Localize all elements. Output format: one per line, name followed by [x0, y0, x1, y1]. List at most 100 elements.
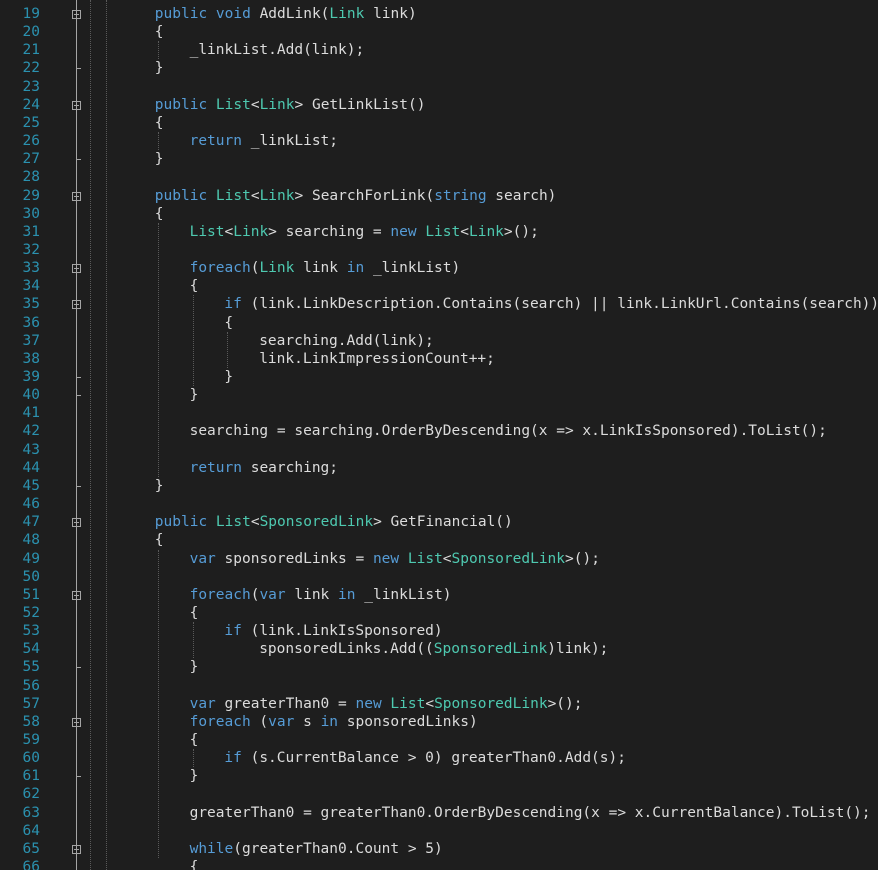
code-editor[interactable]: 19 public void AddLink(Link link) 20{21 _li… — [0, 0, 878, 870]
fold-region-line — [76, 0, 77, 870]
text-token: s — [294, 713, 321, 730]
line-number: 64 — [22, 822, 40, 839]
line-number: 59 — [22, 732, 40, 748]
code-line[interactable]: 66 { — [0, 858, 878, 870]
code-line[interactable]: 50 — [0, 568, 878, 586]
code-text: foreach (var s in sponsoredLinks) — [190, 713, 478, 731]
code-line[interactable]: 37 searching.Add(link); — [0, 332, 878, 350]
line-number: 38 — [22, 350, 40, 367]
text-token: AddLink( — [250, 6, 330, 22]
keyword-token: public — [154, 6, 208, 22]
code-line[interactable]: 27} — [0, 150, 878, 168]
text-token: > SearchForLink( — [294, 187, 435, 204]
text-token: > GetLinkList() — [294, 96, 426, 113]
text-token: sponsoredLinks) — [338, 713, 478, 730]
code-line[interactable]: 40} — [0, 386, 878, 404]
code-line[interactable]: 24 public List<Link> GetLinkList() — [0, 96, 878, 114]
code-line[interactable]: 60 if (s.CurrentBalance > 0) greaterThan0… — [0, 749, 878, 767]
code-line[interactable]: 55} — [0, 658, 878, 676]
code-line[interactable]: 19 public void AddLink(Link link) — [0, 5, 878, 23]
code-line[interactable]: 26 return _linkList; — [0, 132, 878, 150]
keyword-token: void — [215, 6, 251, 22]
code-line[interactable]: 43 — [0, 441, 878, 459]
code-line[interactable]: 21 _linkList.Add(link); — [0, 41, 878, 59]
keyword-token: var — [189, 695, 216, 712]
code-line[interactable]: 57 var greaterThan0 = new List<SponsoredL… — [0, 695, 878, 713]
code-line[interactable]: 52 { — [0, 604, 878, 622]
code-text: if (link.LinkDescription.Contains(search… — [224, 295, 878, 313]
line-number: 54 — [22, 641, 40, 658]
line-number: 39 — [22, 369, 40, 385]
text-token: _linkList.Add(link); — [189, 42, 365, 59]
code-line[interactable]: 56 — [0, 677, 878, 695]
code-line[interactable]: 41 — [0, 404, 878, 422]
code-line[interactable]: 46 — [0, 495, 878, 513]
code-line[interactable]: 25 { — [0, 114, 878, 132]
code-line[interactable]: 20 { — [0, 23, 878, 41]
text-token: { — [189, 859, 199, 870]
code-line[interactable]: 29 public List<Link> SearchForLink(string… — [0, 187, 878, 205]
line-number: 63 — [22, 804, 40, 821]
text-token: >(); — [565, 550, 600, 567]
code-line[interactable]: 35 if (link.LinkDescription.Contains(sear… — [0, 295, 878, 313]
code-line[interactable]: 34 { — [0, 277, 878, 295]
code-line[interactable]: 28 — [0, 168, 878, 186]
code-text: link.LinkImpressionCount++; — [259, 350, 495, 368]
code-line[interactable]: 39} — [0, 368, 878, 386]
code-line[interactable]: 65 while(greaterThan0.Count > 5) — [0, 840, 878, 858]
code-text: public List<SponsoredLink> GetFinancial(… — [155, 513, 513, 531]
code-text: { — [155, 205, 164, 223]
code-line[interactable]: 44 return searching; — [0, 459, 878, 477]
code-line[interactable]: 58 foreach (var s in sponsoredLinks) — [0, 713, 878, 731]
code-text: while(greaterThan0.Count > 5) — [190, 840, 443, 858]
keyword-token: public — [154, 514, 208, 531]
line-number: 20 — [22, 24, 40, 41]
line-number: 30 — [22, 205, 40, 222]
line-number: 61 — [22, 768, 40, 785]
code-line[interactable]: 49 var sponsoredLinks = new List<Sponsore… — [0, 550, 878, 568]
code-text: } — [155, 150, 164, 168]
type-token: Link — [233, 223, 269, 240]
line-number: 41 — [22, 405, 40, 422]
code-line[interactable]: 32 — [0, 241, 878, 259]
line-number: 32 — [22, 241, 40, 258]
keyword-token: while — [189, 840, 234, 857]
code-text: foreach(var link in _linkList) — [190, 586, 452, 604]
code-line[interactable]: 62 — [0, 785, 878, 803]
code-line[interactable]: 31 List<Link> searching = new List<Link>(… — [0, 223, 878, 241]
text-token: } — [154, 477, 164, 494]
code-line[interactable]: 64 — [0, 822, 878, 840]
code-line[interactable]: 54 sponsoredLinks.Add((SponsoredLink)link… — [0, 640, 878, 658]
line-number: 47 — [22, 514, 40, 531]
text-token: (link.LinkIsSponsored) — [241, 623, 443, 640]
code-line[interactable]: 23 — [0, 78, 878, 96]
type-token: List — [215, 96, 251, 113]
code-text: greaterThan0 = greaterThan0.OrderByDesce… — [190, 804, 871, 822]
code-line[interactable]: 51 foreach(var link in _linkList) — [0, 586, 878, 604]
code-line[interactable]: 63 greaterThan0 = greaterThan0.OrderByDes… — [0, 804, 878, 822]
code-line[interactable]: 47 public List<SponsoredLink> GetFinancia… — [0, 513, 878, 531]
indent-guide — [192, 749, 194, 768]
text-token: < — [224, 223, 234, 240]
text-token: } — [189, 768, 199, 785]
type-token: List — [215, 187, 251, 204]
code-line[interactable]: 59 { — [0, 731, 878, 749]
text-token: _linkList) — [364, 260, 461, 277]
code-line[interactable]: 36 { — [0, 314, 878, 332]
text-token: greaterThan0 = greaterThan0.OrderByDesce… — [189, 804, 871, 821]
type-token: Link — [259, 187, 295, 204]
code-line[interactable]: 42 searching = searching.OrderByDescendin… — [0, 422, 878, 440]
code-line[interactable]: 48 { — [0, 531, 878, 549]
code-line[interactable]: 53 if (link.LinkIsSponsored) — [0, 622, 878, 640]
code-line[interactable]: 30 { — [0, 205, 878, 223]
code-line[interactable]: 61} — [0, 767, 878, 785]
keyword-token: in — [346, 260, 365, 277]
type-token: List — [407, 550, 443, 567]
text-token: } — [154, 151, 164, 168]
code-line[interactable]: 22} — [0, 59, 878, 77]
line-number: 66 — [22, 859, 40, 870]
code-line[interactable]: 33 foreach(Link link in _linkList) — [0, 259, 878, 277]
code-line[interactable]: 45} — [0, 477, 878, 495]
code-line[interactable]: 38 link.LinkImpressionCount++; — [0, 350, 878, 368]
